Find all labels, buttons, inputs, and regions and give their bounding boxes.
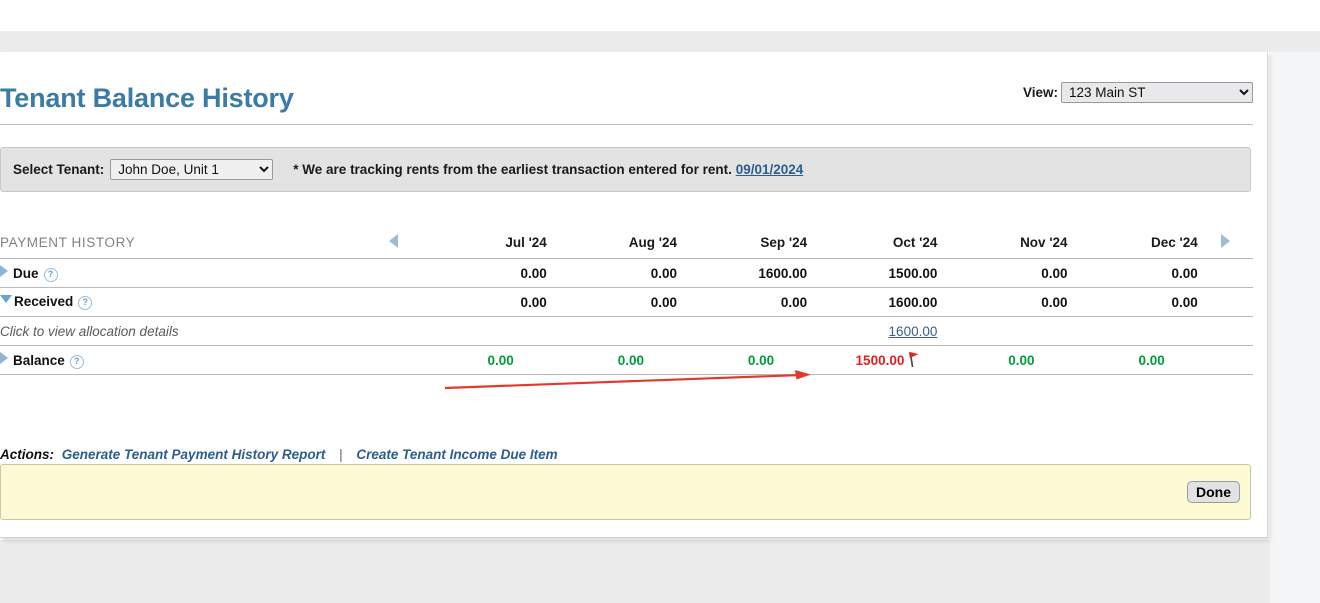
balance-value-2: 0.00 [677,346,807,375]
help-icon[interactable]: ? [44,268,58,282]
balance-label: Balance [13,353,65,368]
received-value-3: 1600.00 [807,288,937,317]
balance-value-4: 0.00 [937,346,1067,375]
row-label-due[interactable]: Due? [0,259,417,288]
table-row-received[interactable]: Received? 0.00 0.00 0.00 1600.00 0.00 0.… [0,288,1253,317]
main-content-card: Tenant Balance History View: 123 Main ST… [0,52,1268,538]
allocation-value-1 [547,317,677,346]
due-value-0: 0.00 [417,259,547,288]
chevron-right-icon[interactable] [0,352,8,364]
received-value-0: 0.00 [417,288,547,317]
received-value-4: 0.00 [937,288,1067,317]
due-value-3: 1500.00 [807,259,937,288]
allocation-row-pad [1198,317,1253,346]
actions-bar: Actions: Generate Tenant Payment History… [0,447,562,462]
table-row-balance[interactable]: Balance? 0.00 0.00 0.00 1500.00 [0,346,1253,375]
balance-value-1: 0.00 [547,346,677,375]
actions-label: Actions: [0,447,54,462]
page-title: Tenant Balance History [0,83,294,114]
table-row-allocation: Click to view allocation details 1600.00 [0,317,1253,346]
help-icon[interactable]: ? [70,355,84,369]
view-selector-group: View: 123 Main ST [1023,82,1253,103]
balance-value-0: 0.00 [417,346,547,375]
due-value-4: 0.00 [937,259,1067,288]
balance-value-5: 0.00 [1068,346,1198,375]
done-button[interactable]: Done [1187,481,1240,503]
month-header-3: Oct '24 [807,227,937,259]
help-icon[interactable]: ? [78,296,92,310]
create-income-due-item-link[interactable]: Create Tenant Income Due Item [356,447,557,462]
tracking-note-text: * We are tracking rents from the earlies… [293,162,732,177]
title-divider [0,124,1253,125]
received-value-5: 0.00 [1068,288,1198,317]
right-background-rail [1270,52,1320,603]
allocation-value-3[interactable]: 1600.00 [807,317,937,346]
allocation-detail-link[interactable]: 1600.00 [889,324,938,339]
row-label-received[interactable]: Received? [0,288,417,317]
row-label-balance[interactable]: Balance? [0,346,417,375]
allocation-value-2 [677,317,807,346]
view-select[interactable]: 123 Main ST [1061,82,1253,103]
chevron-down-icon[interactable] [0,295,12,303]
section-title: PAYMENT HISTORY [0,227,370,259]
content-inner: Tenant Balance History View: 123 Main ST… [0,52,1253,537]
next-period-button[interactable] [1198,227,1253,259]
due-value-5: 0.00 [1068,259,1198,288]
balance-row-pad [1198,346,1253,375]
triangle-left-icon[interactable] [389,234,398,248]
due-row-pad [1198,259,1253,288]
footer-panel: Done [0,464,1251,520]
select-tenant-label: Select Tenant: [13,162,104,177]
table-header-row: PAYMENT HISTORY Jul '24 Aug '24 Sep '24 … [0,227,1253,259]
month-header-5: Dec '24 [1068,227,1198,259]
payment-history-table: PAYMENT HISTORY Jul '24 Aug '24 Sep '24 … [0,227,1253,375]
received-value-1: 0.00 [547,288,677,317]
received-row-pad [1198,288,1253,317]
prev-period-button[interactable] [370,227,417,259]
page-root: Tenant Balance History View: 123 Main ST… [0,0,1320,603]
browser-chrome-strip [0,31,1320,52]
tenant-select[interactable]: John Doe, Unit 1 [110,159,273,180]
chevron-right-icon[interactable] [0,265,8,277]
received-value-2: 0.00 [677,288,807,317]
month-header-1: Aug '24 [547,227,677,259]
month-header-2: Sep '24 [677,227,807,259]
balance-value-3: 1500.00 [807,346,937,375]
bottom-background-strip [0,540,1270,603]
tenant-selection-bar: Select Tenant: John Doe, Unit 1 * We are… [0,147,1251,192]
due-label: Due [13,266,39,281]
generate-report-link[interactable]: Generate Tenant Payment History Report [62,447,326,462]
actions-separator: | [339,447,343,462]
month-header-0: Jul '24 [417,227,547,259]
due-value-1: 0.00 [547,259,677,288]
tracking-start-date-link[interactable]: 09/01/2024 [736,162,804,177]
view-label: View: [1023,85,1058,100]
received-label: Received [14,294,73,309]
top-white-strip [0,0,1320,31]
due-value-2: 1600.00 [677,259,807,288]
tracking-note: * We are tracking rents from the earlies… [293,162,803,177]
balance-overdue-amount: 1500.00 [856,353,905,368]
table-row-due[interactable]: Due? 0.00 0.00 1600.00 1500.00 0.00 0.00 [0,259,1253,288]
allocation-value-0 [417,317,547,346]
allocation-value-5 [1068,317,1198,346]
triangle-right-icon[interactable] [1221,234,1230,248]
allocation-value-4 [937,317,1067,346]
allocation-hint-label: Click to view allocation details [0,317,417,346]
red-flag-marker-icon [906,350,920,368]
month-header-4: Nov '24 [937,227,1067,259]
